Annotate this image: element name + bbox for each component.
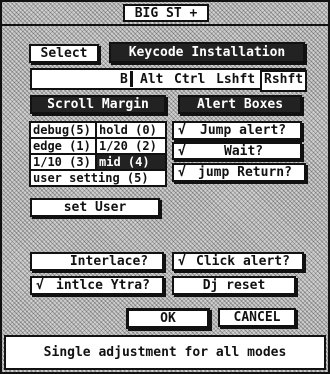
click-alert-check-icon: √ <box>178 254 186 269</box>
modifier-lshft[interactable]: Lshft <box>216 72 255 87</box>
option-debug[interactable]: debug(5) <box>30 122 96 138</box>
ok-label: OK <box>160 311 176 326</box>
cancel-label: CANCEL <box>233 310 281 325</box>
option-hold[interactable]: hold (0) <box>96 122 166 138</box>
intlce-ytra-label: intlce Ytra? <box>56 278 150 293</box>
option-mid[interactable]: mid (4) <box>96 154 166 170</box>
option-user-setting[interactable]: user setting (5) <box>30 170 166 186</box>
jump-return-checkbox[interactable]: √ jump Return? <box>172 163 306 182</box>
set-user-button[interactable]: set User <box>30 198 160 217</box>
set-user-label: set User <box>63 200 127 215</box>
select-label: Select <box>40 46 88 61</box>
keycode-field[interactable]: B Alt Ctrl Lshft Rshft <box>30 68 308 92</box>
text-cursor <box>130 71 133 87</box>
option-1-20[interactable]: 1/20 (2) <box>96 138 166 154</box>
jump-return-check-icon: √ <box>178 165 186 180</box>
modifier-alt[interactable]: Alt <box>140 72 163 87</box>
option-1-10[interactable]: 1/10 (3) <box>30 154 96 170</box>
alert-boxes-label: Alert Boxes <box>196 97 284 112</box>
status-bar: Single adjustment for all modes <box>4 335 326 370</box>
click-alert-checkbox[interactable]: √ Click alert? <box>172 252 304 271</box>
jump-alert-label: Jump alert? <box>200 123 287 138</box>
status-text: Single adjustment for all modes <box>43 345 287 360</box>
jump-return-label: jump Return? <box>198 165 292 180</box>
title-bar[interactable]: BIG ST + <box>2 2 328 26</box>
jump-alert-check-icon: √ <box>178 123 186 138</box>
scroll-margin-header: Scroll Margin <box>30 95 166 114</box>
click-alert-label: Click alert? <box>196 254 290 269</box>
option-debug-label: debug(5) <box>33 123 91 137</box>
settings-window: BIG ST + Select Keycode Installation B A… <box>0 0 330 374</box>
option-1-10-label: 1/10 (3) <box>33 155 91 169</box>
window-title: BIG ST + <box>134 5 198 21</box>
option-edge-label: edge (1) <box>33 139 91 153</box>
alert-boxes-header: Alert Boxes <box>178 95 302 114</box>
interlace-label: Interlace? <box>69 254 149 269</box>
select-button[interactable]: Select <box>29 44 99 63</box>
wait-label: Wait? <box>224 143 264 159</box>
option-edge[interactable]: edge (1) <box>30 138 96 154</box>
intlce-ytra-check-icon: √ <box>36 278 44 293</box>
keycode-cursor-char: B <box>120 72 128 87</box>
jump-alert-checkbox[interactable]: √ Jump alert? <box>172 121 302 140</box>
window-title-box: BIG ST + <box>123 4 209 22</box>
modifier-rshft[interactable]: Rshft <box>260 70 308 92</box>
keycode-installation-button[interactable]: Keycode Installation <box>109 42 305 63</box>
modifier-ctrl[interactable]: Ctrl <box>174 72 205 87</box>
scroll-margin-label: Scroll Margin <box>47 97 149 112</box>
ok-button[interactable]: OK <box>126 308 210 329</box>
option-user-setting-label: user setting (5) <box>33 171 149 185</box>
dj-reset-label: Dj reset <box>202 278 266 293</box>
cancel-button[interactable]: CANCEL <box>218 308 296 327</box>
option-1-20-label: 1/20 (2) <box>99 139 157 153</box>
dj-reset-button[interactable]: Dj reset <box>172 276 296 295</box>
option-mid-label: mid (4) <box>99 155 150 169</box>
scroll-margin-grid: debug(5) hold (0) edge (1) 1/20 (2) 1/10… <box>29 121 167 187</box>
intlce-ytra-checkbox[interactable]: √ intlce Ytra? <box>30 276 164 295</box>
option-hold-label: hold (0) <box>99 123 157 137</box>
keycode-installation-label: Keycode Installation <box>128 45 286 60</box>
interlace-checkbox[interactable]: Interlace? <box>30 252 164 271</box>
wait-check-icon: √ <box>178 143 186 159</box>
wait-checkbox[interactable]: √ Wait? <box>172 142 302 160</box>
